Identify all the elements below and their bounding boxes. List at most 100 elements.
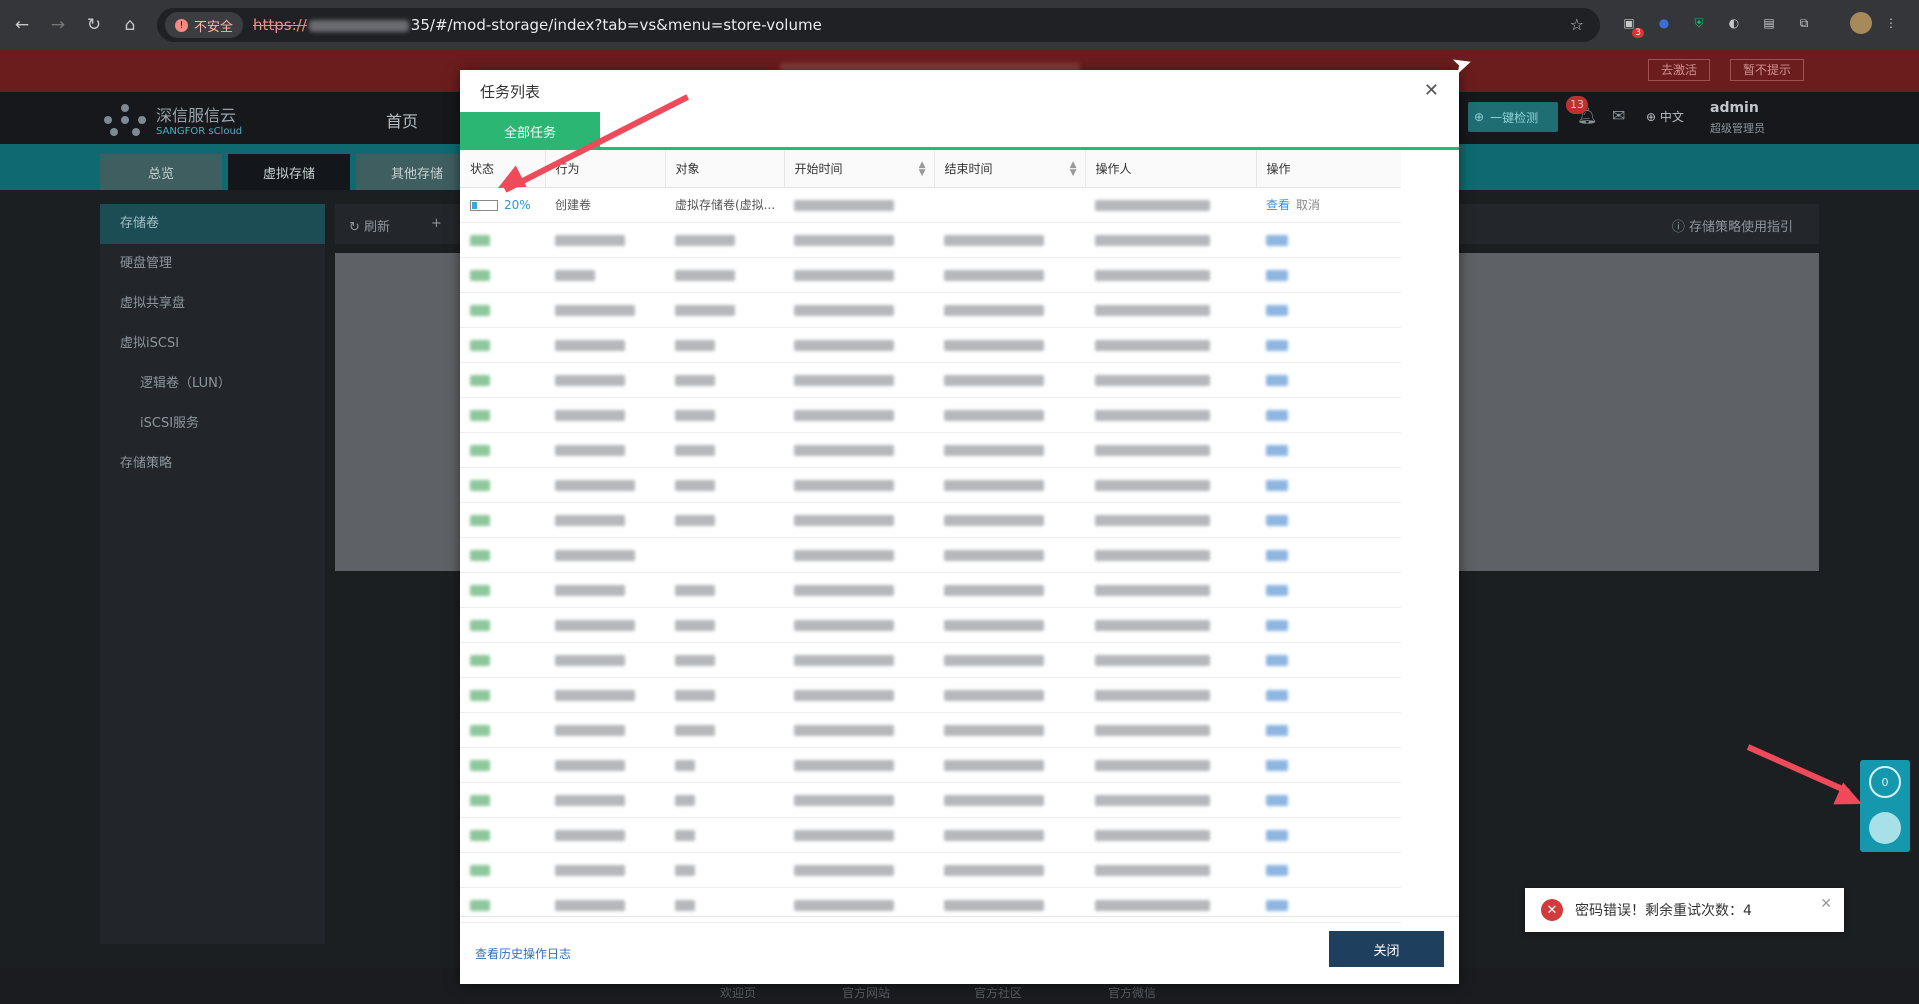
- sidebar-item-storage-policy[interactable]: 存储策略: [100, 444, 325, 484]
- redacted-text: [675, 339, 715, 351]
- address-bar[interactable]: ! 不安全 https://35/#/mod-storage/index?tab…: [157, 8, 1600, 42]
- redacted-cell: [545, 502, 665, 538]
- sidebar-item-disk-management[interactable]: 硬盘管理: [100, 244, 325, 284]
- redacted-text: [1095, 654, 1210, 666]
- shield-extension-icon[interactable]: ⛨: [1688, 12, 1710, 34]
- activate-button[interactable]: 去激活: [1648, 59, 1711, 81]
- redacted-cell: [784, 432, 934, 468]
- redacted-text: [470, 444, 490, 456]
- dialog-footer: 查看历史操作日志 关闭: [460, 916, 1459, 984]
- redacted-cell: [1085, 292, 1256, 328]
- redacted-text: [470, 829, 490, 841]
- error-toast: ✕ 密码错误！剩余重试次数：4 ✕: [1525, 888, 1844, 932]
- tab-all-tasks[interactable]: 全部任务: [460, 112, 600, 150]
- assistant-robot-icon[interactable]: [1869, 812, 1901, 844]
- history-log-link[interactable]: 查看历史操作日志: [475, 945, 571, 962]
- redacted-cell: [1256, 467, 1401, 503]
- url-text[interactable]: https://35/#/mod-storage/index?tab=vs&me…: [253, 16, 822, 34]
- message-icon[interactable]: ✉: [1612, 106, 1625, 125]
- redacted-cell: [934, 747, 1085, 783]
- reload-icon[interactable]: ↻: [80, 11, 108, 39]
- toast-close-icon[interactable]: ✕: [1820, 896, 1832, 912]
- redacted-text: [675, 899, 695, 911]
- home-icon[interactable]: ⌂: [116, 11, 144, 39]
- redacted-text: [794, 794, 894, 806]
- bookmark-star-icon[interactable]: ☆: [1570, 15, 1584, 34]
- redacted-text: [1266, 619, 1288, 631]
- redacted-text: [1095, 234, 1210, 246]
- close-button[interactable]: 关闭: [1329, 931, 1444, 967]
- redacted-cell: [784, 712, 934, 748]
- redacted-text: [794, 724, 894, 736]
- cancel-link[interactable]: 取消: [1296, 198, 1320, 212]
- add-button[interactable]: +: [431, 216, 442, 231]
- redacted-cell: [665, 817, 784, 853]
- warning-icon: !: [175, 18, 188, 32]
- language-switch[interactable]: ⊕ 中文: [1646, 108, 1684, 125]
- redacted-text: [675, 619, 715, 631]
- profile-avatar[interactable]: [1850, 12, 1872, 34]
- nav-home[interactable]: 首页: [386, 108, 418, 132]
- user-name[interactable]: admin: [1710, 100, 1759, 116]
- table-row: [460, 432, 1401, 468]
- document-icon[interactable]: ▤: [1758, 12, 1780, 34]
- column-header[interactable]: 开始时间 ▲ ▼: [784, 150, 935, 188]
- redacted-cell: [934, 782, 1085, 818]
- redacted-cell: [1085, 642, 1256, 678]
- sidebar-item-iscsi[interactable]: 虚拟iSCSI: [100, 324, 325, 364]
- menu-icon[interactable]: ⋮: [1880, 12, 1902, 34]
- redacted-cell: [665, 432, 784, 468]
- dismiss-button[interactable]: 暂不提示: [1730, 59, 1805, 81]
- tab-virtual-storage[interactable]: 虚拟存储: [228, 154, 350, 190]
- task-float-panel[interactable]: 0: [1860, 760, 1910, 852]
- refresh-button[interactable]: ↻ 刷新: [349, 216, 390, 235]
- redacted-cell: [1256, 852, 1401, 888]
- sidebar-item-lun[interactable]: 逻辑卷（LUN）: [100, 364, 325, 404]
- redacted-text: [794, 584, 894, 596]
- close-icon[interactable]: ✕: [1424, 80, 1439, 101]
- redacted-text: [675, 234, 735, 246]
- redacted-cell: [784, 222, 934, 258]
- redacted-cell: [665, 292, 784, 328]
- redacted-cell: [1256, 677, 1401, 713]
- sidebar-item-storage-volume[interactable]: 存储卷: [100, 204, 325, 244]
- table-row: [460, 607, 1401, 643]
- extension-icon[interactable]: ◐: [1723, 12, 1745, 34]
- redacted-cell: [1085, 677, 1256, 713]
- redacted-text: [794, 689, 894, 701]
- redacted-text: [1095, 549, 1210, 561]
- redacted-cell: [934, 677, 1085, 713]
- insecure-badge[interactable]: ! 不安全: [165, 12, 244, 38]
- table-row: [460, 747, 1401, 783]
- column-header: 操作: [1256, 150, 1401, 188]
- sort-icon[interactable]: ▲ ▼: [919, 161, 926, 178]
- footer-wechat[interactable]: 官方微信: [1108, 984, 1156, 1001]
- redacted-text: [555, 829, 625, 841]
- view-link[interactable]: 查看: [1266, 198, 1290, 212]
- forward-icon[interactable]: →: [44, 11, 72, 39]
- redacted-text: [555, 374, 625, 386]
- brand-logo[interactable]: 深信服信云 SANGFOR sCloud: [104, 102, 242, 137]
- footer-community[interactable]: 官方社区: [974, 984, 1022, 1001]
- storage-policy-guide-link[interactable]: ⓘ 存储策略使用指引: [1672, 216, 1793, 235]
- redacted-text: [555, 339, 625, 351]
- sidebar-item-shared-disk[interactable]: 虚拟共享盘: [100, 284, 325, 324]
- check-icon: ⊕: [1474, 110, 1485, 124]
- sort-icon[interactable]: ▲ ▼: [1070, 161, 1077, 178]
- footer-website[interactable]: 官方网站: [842, 984, 890, 1001]
- back-icon[interactable]: ←: [8, 11, 36, 39]
- footer-welcome[interactable]: 欢迎页: [720, 984, 756, 1001]
- column-header[interactable]: 结束时间 ▲ ▼: [934, 150, 1086, 188]
- extension-icon[interactable]: ▣ 3: [1618, 12, 1644, 38]
- tab-overview[interactable]: 总览: [100, 154, 222, 190]
- redacted-text: [794, 829, 894, 841]
- redacted-host: [308, 19, 409, 32]
- one-click-check-button[interactable]: ⊕ 一键检测: [1468, 102, 1558, 132]
- puzzle-icon[interactable]: ⧉: [1793, 12, 1815, 34]
- notification-badge: 13: [1566, 96, 1588, 114]
- redacted-cell: [1256, 642, 1401, 678]
- sidebar-item-iscsi-service[interactable]: iSCSI服务: [100, 404, 325, 444]
- task-count-ring[interactable]: 0: [1869, 766, 1901, 798]
- redacted-text: [1266, 654, 1288, 666]
- extension-icon[interactable]: ●: [1653, 12, 1675, 34]
